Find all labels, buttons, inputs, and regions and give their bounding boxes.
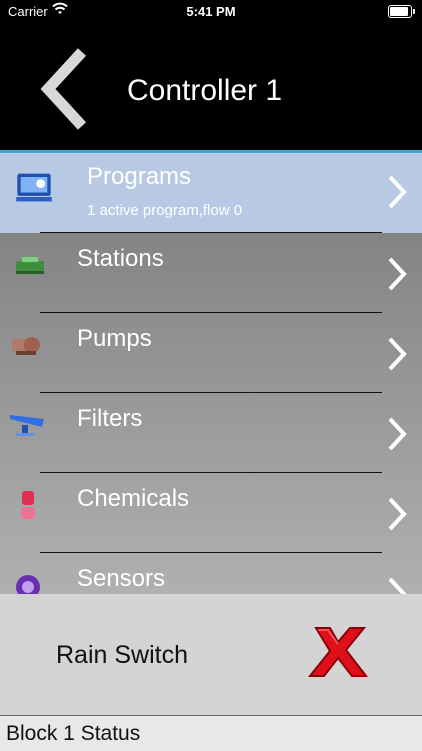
rain-switch-label: Rain Switch [56, 641, 188, 669]
rain-switch-panel: Rain Switch [0, 594, 422, 715]
clock: 5:41 PM [186, 4, 236, 19]
menu-item-filters[interactable]: Filters [0, 393, 422, 473]
block-status-bar[interactable]: Block 1 Status [0, 715, 422, 751]
pumps-icon [12, 337, 40, 355]
menu-item-stations[interactable]: Stations [0, 233, 422, 313]
menu-item-sensors[interactable]: Sensors [0, 553, 422, 594]
chemicals-icon [21, 491, 35, 519]
menu-item-label: Stations [77, 245, 164, 272]
menu-item-subtitle: 1 active program,flow 0 [87, 202, 243, 219]
menu-item-programs[interactable]: Programs 1 active program,flow 0 [0, 153, 422, 233]
stations-icon [16, 257, 44, 274]
status-bar: Carrier 5:41 PM [0, 0, 422, 24]
chevron-right-icon [388, 577, 407, 594]
sensors-icon [16, 575, 40, 594]
battery-icon [388, 5, 415, 18]
chevron-right-icon [388, 417, 407, 451]
chevron-right-icon [388, 257, 407, 291]
nav-bar: Controller 1 [0, 24, 422, 150]
menu-item-label: Programs [87, 163, 192, 190]
page-title: Controller 1 [127, 74, 283, 107]
programs-icon [16, 173, 52, 202]
menu-list[interactable]: Programs 1 active program,flow 0 Station… [0, 153, 422, 594]
menu-item-chemicals[interactable]: Chemicals [0, 473, 422, 553]
menu-item-label: Pumps [77, 325, 152, 352]
chevron-right-icon [388, 497, 407, 531]
chevron-right-icon [388, 175, 407, 209]
chevron-right-icon [388, 337, 407, 371]
menu-item-label: Chemicals [77, 485, 190, 512]
menu-item-label: Filters [77, 405, 143, 432]
back-chevron-icon[interactable] [36, 46, 92, 132]
menu-item-label: Sensors [77, 565, 166, 592]
block-status-label: Block 1 Status [6, 722, 141, 745]
x-icon[interactable] [306, 624, 370, 680]
menu-item-pumps[interactable]: Pumps [0, 313, 422, 393]
filters-icon [10, 415, 44, 436]
